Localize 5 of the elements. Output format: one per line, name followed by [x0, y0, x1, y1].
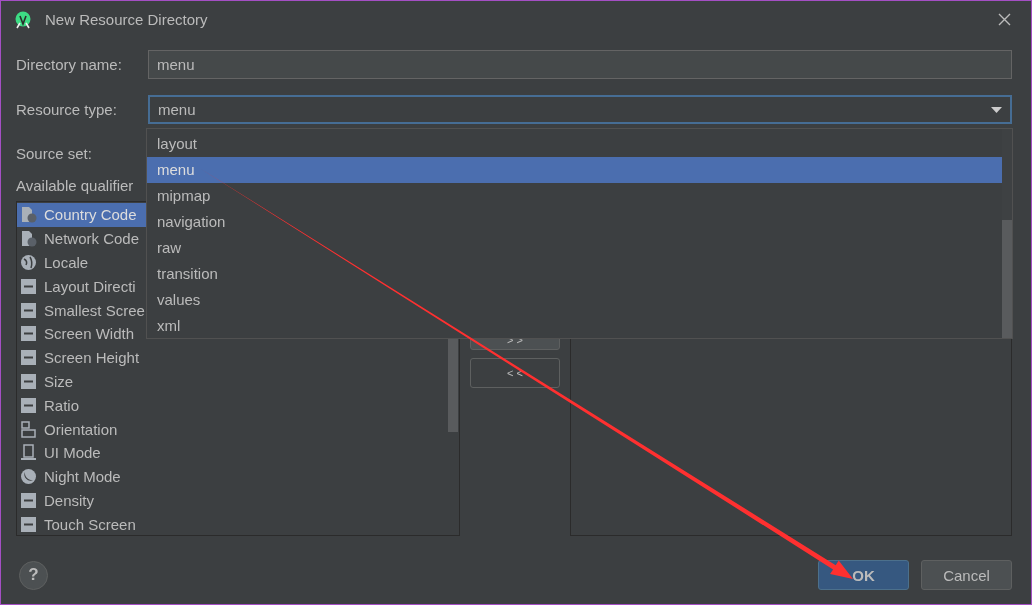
window-title: New Resource Directory [45, 11, 209, 28]
field-label: Resource type: [16, 101, 118, 118]
field-label: Source set: [16, 144, 93, 162]
field-label: Directory name: [16, 56, 123, 73]
section-label: Available qualifier [16, 176, 135, 196]
